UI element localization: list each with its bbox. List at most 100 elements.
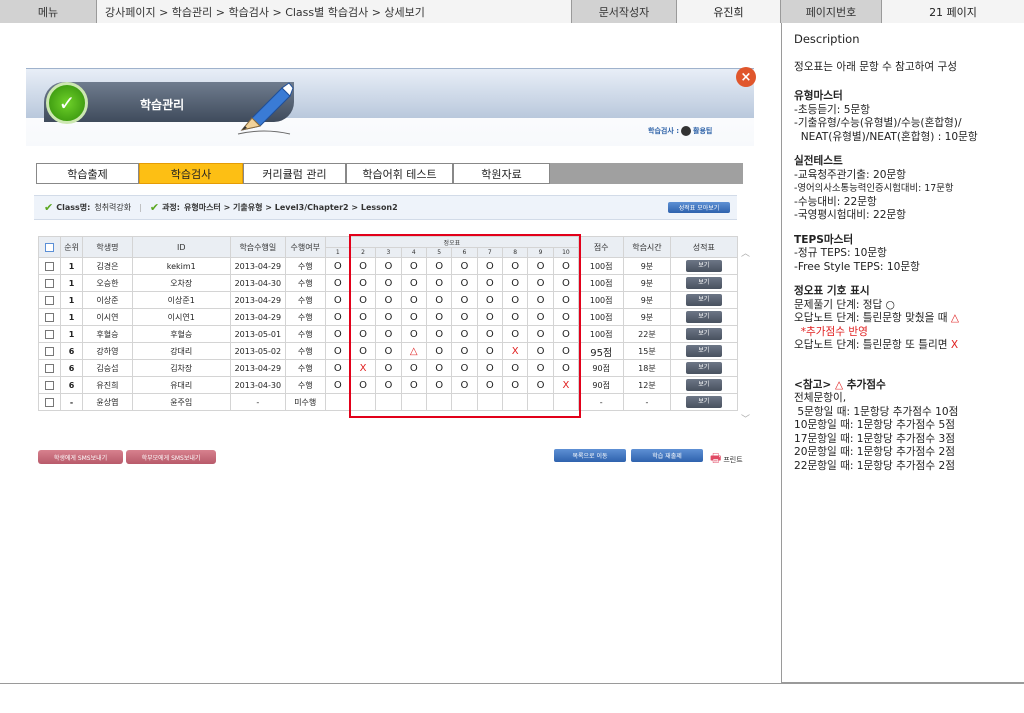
date-cell: 2013-05-02 <box>229 342 286 360</box>
score-cell: 90점 <box>578 376 625 394</box>
desc-line: 전체문항이, <box>794 392 847 404</box>
select-all-cell[interactable] <box>37 236 62 258</box>
row-checkbox[interactable] <box>45 346 55 356</box>
view-report-button[interactable]: 보기 <box>685 260 722 272</box>
answer-mark-cell: X <box>501 342 529 360</box>
tab-learning-check[interactable]: 학습검사 <box>139 163 243 184</box>
answer-number-header: 7 <box>476 247 503 258</box>
answer-mark-cell: O <box>349 274 377 292</box>
close-icon[interactable]: × <box>736 67 756 87</box>
score-cell: 100점 <box>578 291 625 309</box>
desc-line: 5문항일 때: 1문항당 추가점수 10점 <box>794 405 959 418</box>
date-cell: 2013-04-30 <box>229 274 286 292</box>
col-date: 학습수행일 <box>229 236 286 258</box>
sms-parent-button[interactable]: 학부모에게 SMS보내기 <box>126 450 216 464</box>
score-cell: 100점 <box>578 308 625 326</box>
re-submit-button[interactable]: 학습 재출제 <box>631 449 703 462</box>
desc-line: NEAT(유형별)/NEAT(혼합형) : 10문항 <box>794 130 978 143</box>
answer-number-header: 3 <box>375 247 402 258</box>
student-name-cell: 이시연 <box>82 308 133 326</box>
tab-bar: 학습출제 학습검사 커리큘럼 관리 학습어휘 테스트 학원자료 <box>36 163 743 184</box>
helper-link[interactable]: 활용팁 <box>693 126 712 136</box>
row-select-cell[interactable] <box>37 291 62 309</box>
scroll-up-icon[interactable]: ︿ <box>741 246 750 259</box>
report-cell: 보기 <box>669 257 739 275</box>
scroll-down-icon[interactable]: ﹀ <box>741 412 750 425</box>
page-number: 21 페이지 <box>882 0 1024 23</box>
table-row: 6 유진희 유대리 2013-04-30 수행 O O O O O O O O O X 90점 12분 보기 <box>37 376 739 394</box>
answer-mark-cell: O <box>400 291 427 309</box>
row-checkbox[interactable] <box>45 380 55 390</box>
student-name-cell: 김승섭 <box>82 359 133 377</box>
row-checkbox[interactable] <box>45 329 55 339</box>
answer-mark-cell: O <box>324 342 351 360</box>
row-select-cell[interactable] <box>37 274 62 292</box>
student-id-cell: kekim1 <box>131 257 231 275</box>
answer-mark-cell: O <box>324 359 351 377</box>
answer-mark-cell: O <box>425 325 453 343</box>
row-checkbox[interactable] <box>45 295 55 305</box>
report-cell: 보기 <box>669 308 739 326</box>
desc-line: 22문항일 때: 1문항당 추가점수 2점 <box>794 459 955 472</box>
row-checkbox[interactable] <box>45 278 55 288</box>
description-panel: Description 정오표는 아래 문항 수 참고하여 구성 유형마스터 -… <box>781 23 1024 683</box>
view-report-button[interactable]: 보기 <box>685 294 722 306</box>
row-select-cell[interactable] <box>37 308 62 326</box>
view-report-button[interactable]: 보기 <box>685 345 722 357</box>
answer-mark-cell: O <box>324 291 351 309</box>
sms-student-button[interactable]: 학생에게 SMS보내기 <box>38 450 123 464</box>
answer-mark-cell: O <box>501 359 529 377</box>
desc-line: -정규 TEPS: 10문항 <box>794 247 887 259</box>
page-number-label: 페이지번호 <box>781 0 882 23</box>
row-checkbox[interactable] <box>45 363 55 373</box>
row-checkbox[interactable] <box>45 397 55 407</box>
rank-cell: 1 <box>60 325 84 343</box>
answer-mark-cell: O <box>501 291 529 309</box>
banner-helper[interactable]: 학습검사 : 활용팁 <box>648 126 712 136</box>
row-select-cell[interactable] <box>37 257 62 275</box>
storyboard-header: 메뉴 강사페이지 > 학습관리 > 학습검사 > Class별 학습검사 > 상… <box>0 0 1024 23</box>
check-icon: ✔ <box>44 201 54 214</box>
view-report-button[interactable]: 보기 <box>685 328 722 340</box>
row-select-cell[interactable] <box>37 325 62 343</box>
rank-cell: 6 <box>60 376 84 394</box>
report-cell: 보기 <box>669 274 739 292</box>
print-button[interactable]: 🖶 프린트 <box>710 449 743 470</box>
tab-academy-materials[interactable]: 학원자료 <box>453 163 550 184</box>
answer-mark-cell: O <box>425 376 453 394</box>
answer-mark-cell: O <box>527 376 554 394</box>
status-cell: 수행 <box>284 359 326 377</box>
class-value: 청취력강화 <box>94 203 132 212</box>
answer-mark-cell: O <box>476 376 503 394</box>
select-all-checkbox[interactable] <box>45 242 55 252</box>
view-report-button[interactable]: 보기 <box>685 311 722 323</box>
answer-mark-cell <box>425 393 453 411</box>
status-cell: 수행 <box>284 342 326 360</box>
answer-mark-cell: O <box>527 359 554 377</box>
view-report-button[interactable]: 보기 <box>685 277 722 289</box>
row-select-cell[interactable] <box>37 376 62 394</box>
view-report-button[interactable]: 보기 <box>685 362 722 374</box>
view-report-button[interactable]: 보기 <box>685 396 722 408</box>
student-id-cell: 후혈승 <box>131 325 231 343</box>
score-cell: 100점 <box>578 325 625 343</box>
col-student-name: 학생명 <box>82 236 133 258</box>
report-collect-button[interactable]: 성적표 모아보기 <box>668 202 730 213</box>
answer-mark-cell: O <box>375 274 402 292</box>
answer-mark-cell: O <box>476 342 503 360</box>
answer-number-header: 6 <box>451 247 478 258</box>
go-list-button[interactable]: 목록으로 이동 <box>554 449 626 462</box>
tab-curriculum[interactable]: 커리큘럼 관리 <box>243 163 346 184</box>
tab-question-setting[interactable]: 학습출제 <box>36 163 139 184</box>
date-cell: 2013-04-30 <box>229 376 286 394</box>
desc-section-type-master: 유형마스터 -초등듣기: 5문항 -기출유형/수능(유형별)/수능(혼합형)/ … <box>794 90 1024 144</box>
desc-section-title: <참고> △ 추가점수 <box>794 379 1024 393</box>
row-checkbox[interactable] <box>45 261 55 271</box>
row-select-cell[interactable] <box>37 359 62 377</box>
view-report-button[interactable]: 보기 <box>685 379 722 391</box>
row-checkbox[interactable] <box>45 312 55 322</box>
row-select-cell[interactable] <box>37 342 62 360</box>
row-select-cell[interactable] <box>37 393 62 411</box>
tab-vocab-test[interactable]: 학습어휘 테스트 <box>346 163 453 184</box>
col-report: 성적표 <box>669 236 739 258</box>
